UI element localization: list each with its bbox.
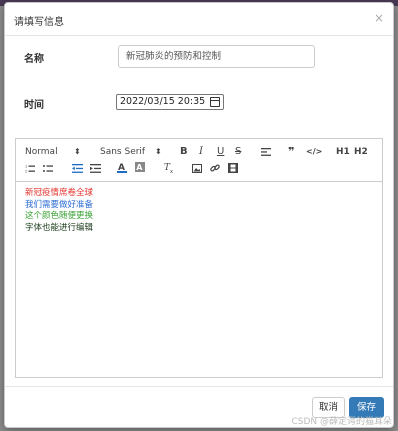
bold-button[interactable]: B: [180, 146, 188, 157]
header2-button[interactable]: H2: [354, 147, 368, 157]
calendar-icon[interactable]: [210, 97, 220, 107]
video-icon[interactable]: [228, 163, 238, 173]
svg-text:A: A: [136, 163, 143, 172]
size-select-arrows-icon[interactable]: ⬍: [74, 147, 81, 156]
font-select[interactable]: Sans Serif: [100, 147, 145, 157]
underline-button[interactable]: U: [217, 146, 224, 157]
code-button[interactable]: </>: [306, 147, 322, 156]
content-line: 字体也能进行编辑: [25, 222, 94, 233]
strike-button[interactable]: S: [235, 146, 241, 157]
blockquote-button[interactable]: ❞: [288, 145, 294, 158]
text-color-icon[interactable]: A: [117, 162, 127, 173]
svg-text:2: 2: [25, 170, 27, 174]
editor-content[interactable]: 新冠疫情席卷全球 我们需要做好准备 这个颜色随便更换 字体也能进行编辑: [16, 182, 382, 240]
ordered-list-icon[interactable]: 12: [25, 164, 35, 173]
content-line: 这个颜色随便更换: [25, 211, 94, 221]
close-icon[interactable]: ×: [374, 11, 384, 25]
content-line: 新冠疫情席卷全球: [25, 188, 94, 198]
svg-text:1: 1: [25, 165, 27, 169]
font-select-arrows-icon[interactable]: ⬍: [155, 147, 162, 156]
editor-toolbar: Normal ⬍ Sans Serif ⬍ B I U S ❞ </> H1 H…: [16, 139, 382, 182]
indent-icon[interactable]: [90, 164, 101, 173]
datetime-input[interactable]: 2022/03/15 20:35: [116, 94, 224, 110]
content-line: 我们需要做好准备: [25, 199, 94, 210]
dialog-header: 请填写信息 ×: [5, 3, 393, 36]
header1-button[interactable]: H1: [336, 147, 350, 157]
size-select-value: Normal: [25, 147, 58, 157]
info-dialog: 请填写信息 × 名称 新冠肺炎的预防和控制 时间 2022/03/15 20:3…: [4, 2, 394, 428]
name-label: 名称: [24, 54, 44, 65]
image-icon[interactable]: [192, 164, 202, 173]
outdent-icon[interactable]: [72, 164, 83, 173]
dialog-title: 请填写信息: [14, 17, 64, 28]
svg-text:x: x: [170, 169, 173, 173]
background-color-icon[interactable]: A: [135, 162, 145, 173]
align-icon[interactable]: [261, 148, 271, 156]
name-input[interactable]: 新冠肺炎的预防和控制: [118, 45, 315, 68]
size-select[interactable]: Normal: [25, 147, 58, 157]
rich-text-editor: Normal ⬍ Sans Serif ⬍ B I U S ❞ </> H1 H…: [15, 138, 383, 378]
datetime-value: 2022/03/15 20:35: [120, 96, 206, 107]
link-icon[interactable]: [210, 163, 220, 173]
time-label: 时间: [24, 100, 44, 111]
font-select-value: Sans Serif: [100, 147, 146, 157]
bullet-list-icon[interactable]: [43, 164, 53, 173]
watermark-text: CSDN @薛定谔的猫耳朵: [291, 417, 392, 427]
italic-button[interactable]: I: [199, 146, 203, 157]
clear-format-icon[interactable]: Tx: [164, 162, 174, 173]
